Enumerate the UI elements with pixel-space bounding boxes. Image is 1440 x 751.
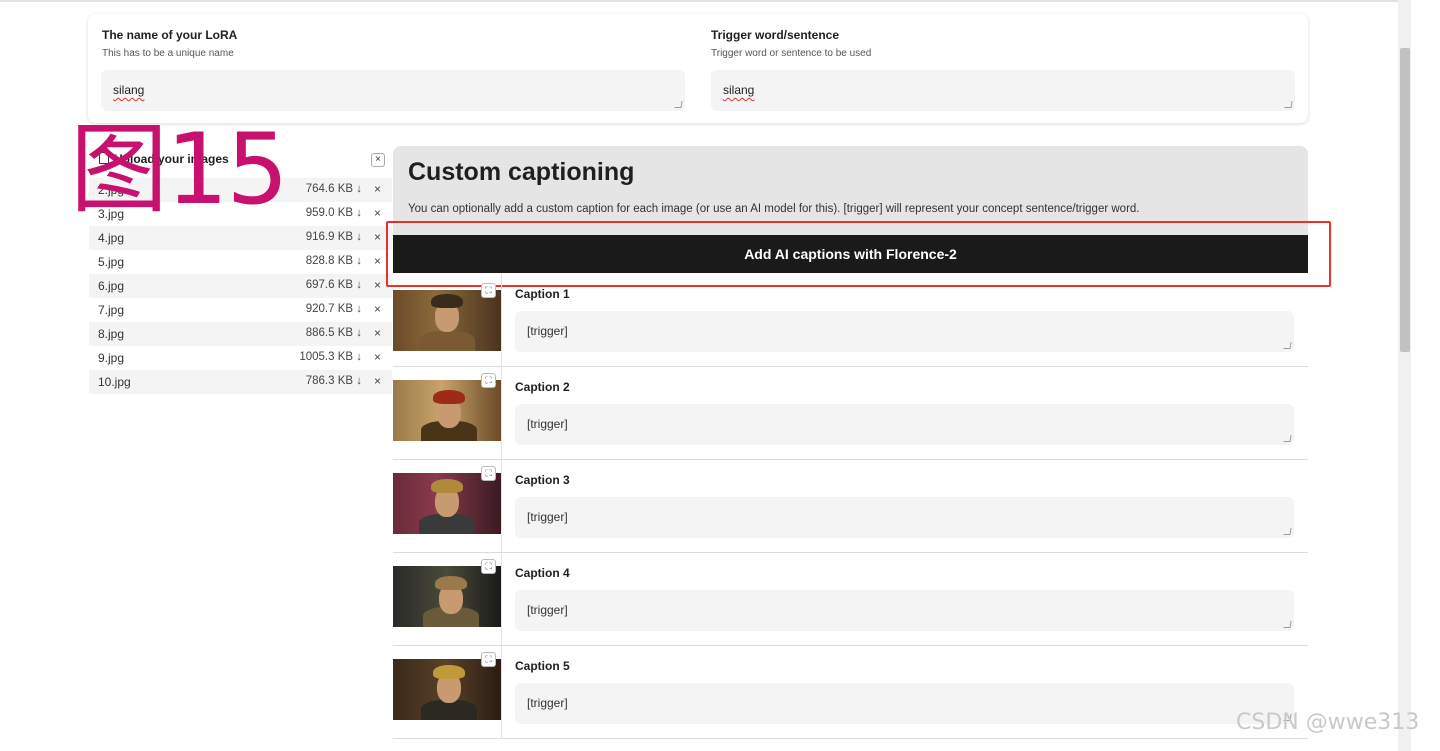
- caption-label: Caption 4: [515, 566, 570, 580]
- file-size-download-link[interactable]: 920.7 KB ↓: [306, 303, 362, 315]
- lora-name-input[interactable]: silang: [101, 70, 685, 111]
- caption-value: [trigger]: [527, 417, 568, 431]
- expand-image-icon[interactable]: ⛶: [481, 373, 496, 388]
- file-size-download-link[interactable]: 764.6 KB ↓: [306, 183, 362, 195]
- remove-file-button[interactable]: ×: [374, 374, 381, 388]
- trigger-word-value: silang: [723, 83, 755, 97]
- thumbnail-figure-robe: [419, 514, 475, 534]
- resize-handle-icon[interactable]: [1283, 621, 1292, 628]
- file-row: 4.jpg 916.9 KB ↓ ×: [89, 226, 392, 250]
- lora-name-title: The name of your LoRA: [102, 28, 238, 42]
- resize-handle-icon[interactable]: [1284, 101, 1293, 108]
- image-thumbnail: [393, 659, 501, 720]
- clear-uploads-button[interactable]: ×: [371, 153, 385, 167]
- thumbnail-figure-robe: [419, 331, 475, 351]
- file-name: 9.jpg: [98, 351, 125, 365]
- file-size-download-link[interactable]: 959.0 KB ↓: [306, 207, 362, 219]
- expand-image-icon[interactable]: ⛶: [481, 652, 496, 667]
- caption-row: ⛶ Caption 3 [trigger]: [393, 460, 1308, 553]
- row-divider: [501, 274, 502, 367]
- caption-textarea[interactable]: [trigger]: [515, 590, 1294, 631]
- caption-textarea[interactable]: [trigger]: [515, 497, 1294, 538]
- caption-label: Caption 1: [515, 287, 570, 301]
- row-divider: [501, 646, 502, 739]
- thumbnail-figure-hat: [431, 479, 463, 493]
- remove-file-button[interactable]: ×: [374, 206, 381, 220]
- custom-captioning-heading: Custom captioning: [408, 158, 635, 186]
- remove-file-button[interactable]: ×: [374, 254, 381, 268]
- caption-row: ⛶ Caption 2 [trigger]: [393, 367, 1308, 460]
- resize-handle-icon[interactable]: [1283, 342, 1292, 349]
- caption-label: Caption 5: [515, 659, 570, 673]
- expand-image-icon[interactable]: ⛶: [481, 283, 496, 298]
- lora-config-card: The name of your LoRA This has to be a u…: [88, 14, 1308, 123]
- remove-file-button[interactable]: ×: [374, 182, 381, 196]
- resize-handle-icon[interactable]: [1283, 528, 1292, 535]
- thumbnail-figure-hat: [433, 665, 465, 679]
- thumbnail-figure-hat: [433, 390, 465, 404]
- file-name: 10.jpg: [98, 375, 131, 389]
- caption-value: [trigger]: [527, 324, 568, 338]
- caption-row: ⛶ Caption 1 [trigger]: [393, 274, 1308, 367]
- remove-file-button[interactable]: ×: [374, 230, 381, 244]
- caption-value: [trigger]: [527, 603, 568, 617]
- figure-label: 图15: [70, 113, 289, 227]
- file-name: 4.jpg: [98, 231, 125, 245]
- caption-value: [trigger]: [527, 510, 568, 524]
- custom-captioning-description: You can optionally add a custom caption …: [408, 203, 1140, 215]
- row-divider: [501, 367, 502, 460]
- caption-row: ⛶ Caption 4 [trigger]: [393, 553, 1308, 646]
- image-thumbnail: [393, 380, 501, 441]
- trigger-word-input[interactable]: silang: [711, 70, 1295, 111]
- remove-file-button[interactable]: ×: [374, 278, 381, 292]
- file-row: 8.jpg 886.5 KB ↓ ×: [89, 322, 392, 346]
- caption-textarea[interactable]: [trigger]: [515, 311, 1294, 352]
- trigger-word-title: Trigger word/sentence: [711, 28, 840, 42]
- expand-image-icon[interactable]: ⛶: [481, 466, 496, 481]
- scrollbar-thumb[interactable]: [1400, 48, 1410, 352]
- file-size-download-link[interactable]: 886.5 KB ↓: [306, 327, 362, 339]
- caption-row: ⛶ Caption 5 [trigger]: [393, 646, 1308, 739]
- trigger-word-subtitle: Trigger word or sentence to be used: [711, 48, 872, 59]
- csdn-watermark: CSDN @wwe313: [1236, 710, 1420, 735]
- caption-textarea[interactable]: [trigger]: [515, 404, 1294, 445]
- top-divider: [0, 0, 1398, 2]
- lora-name-subtitle: This has to be a unique name: [102, 48, 234, 59]
- file-name: 8.jpg: [98, 327, 125, 341]
- file-name: 7.jpg: [98, 303, 125, 317]
- caption-value: [trigger]: [527, 696, 568, 710]
- file-row: 7.jpg 920.7 KB ↓ ×: [89, 298, 392, 322]
- thumbnail-figure-robe: [421, 700, 477, 720]
- file-row: 6.jpg 697.6 KB ↓ ×: [89, 274, 392, 298]
- image-thumbnail: [393, 290, 501, 351]
- file-size-download-link[interactable]: 697.6 KB ↓: [306, 279, 362, 291]
- resize-handle-icon[interactable]: [1283, 435, 1292, 442]
- caption-label: Caption 2: [515, 380, 570, 394]
- caption-textarea[interactable]: [trigger]: [515, 683, 1294, 724]
- file-size-download-link[interactable]: 828.8 KB ↓: [306, 255, 362, 267]
- caption-label: Caption 3: [515, 473, 570, 487]
- lora-name-value: silang: [113, 83, 145, 97]
- add-ai-captions-button[interactable]: Add AI captions with Florence-2: [393, 235, 1308, 273]
- resize-handle-icon[interactable]: [674, 101, 683, 108]
- file-size-download-link[interactable]: 916.9 KB ↓: [306, 231, 362, 243]
- remove-file-button[interactable]: ×: [374, 326, 381, 340]
- row-divider: [501, 460, 502, 553]
- file-size-download-link[interactable]: 1005.3 KB ↓: [299, 351, 362, 363]
- file-row: 5.jpg 828.8 KB ↓ ×: [89, 250, 392, 274]
- remove-file-button[interactable]: ×: [374, 302, 381, 316]
- remove-file-button[interactable]: ×: [374, 350, 381, 364]
- file-size-download-link[interactable]: 786.3 KB ↓: [306, 375, 362, 387]
- expand-image-icon[interactable]: ⛶: [481, 559, 496, 574]
- file-row: 9.jpg 1005.3 KB ↓ ×: [89, 346, 392, 370]
- thumbnail-figure-hat: [435, 576, 467, 590]
- image-thumbnail: [393, 566, 501, 627]
- file-name: 5.jpg: [98, 255, 125, 269]
- image-thumbnail: [393, 473, 501, 534]
- file-name: 6.jpg: [98, 279, 125, 293]
- app-page: The name of your LoRA This has to be a u…: [0, 0, 1440, 751]
- thumbnail-figure-hat: [431, 294, 463, 308]
- row-divider: [501, 553, 502, 646]
- file-row: 10.jpg 786.3 KB ↓ ×: [89, 370, 392, 394]
